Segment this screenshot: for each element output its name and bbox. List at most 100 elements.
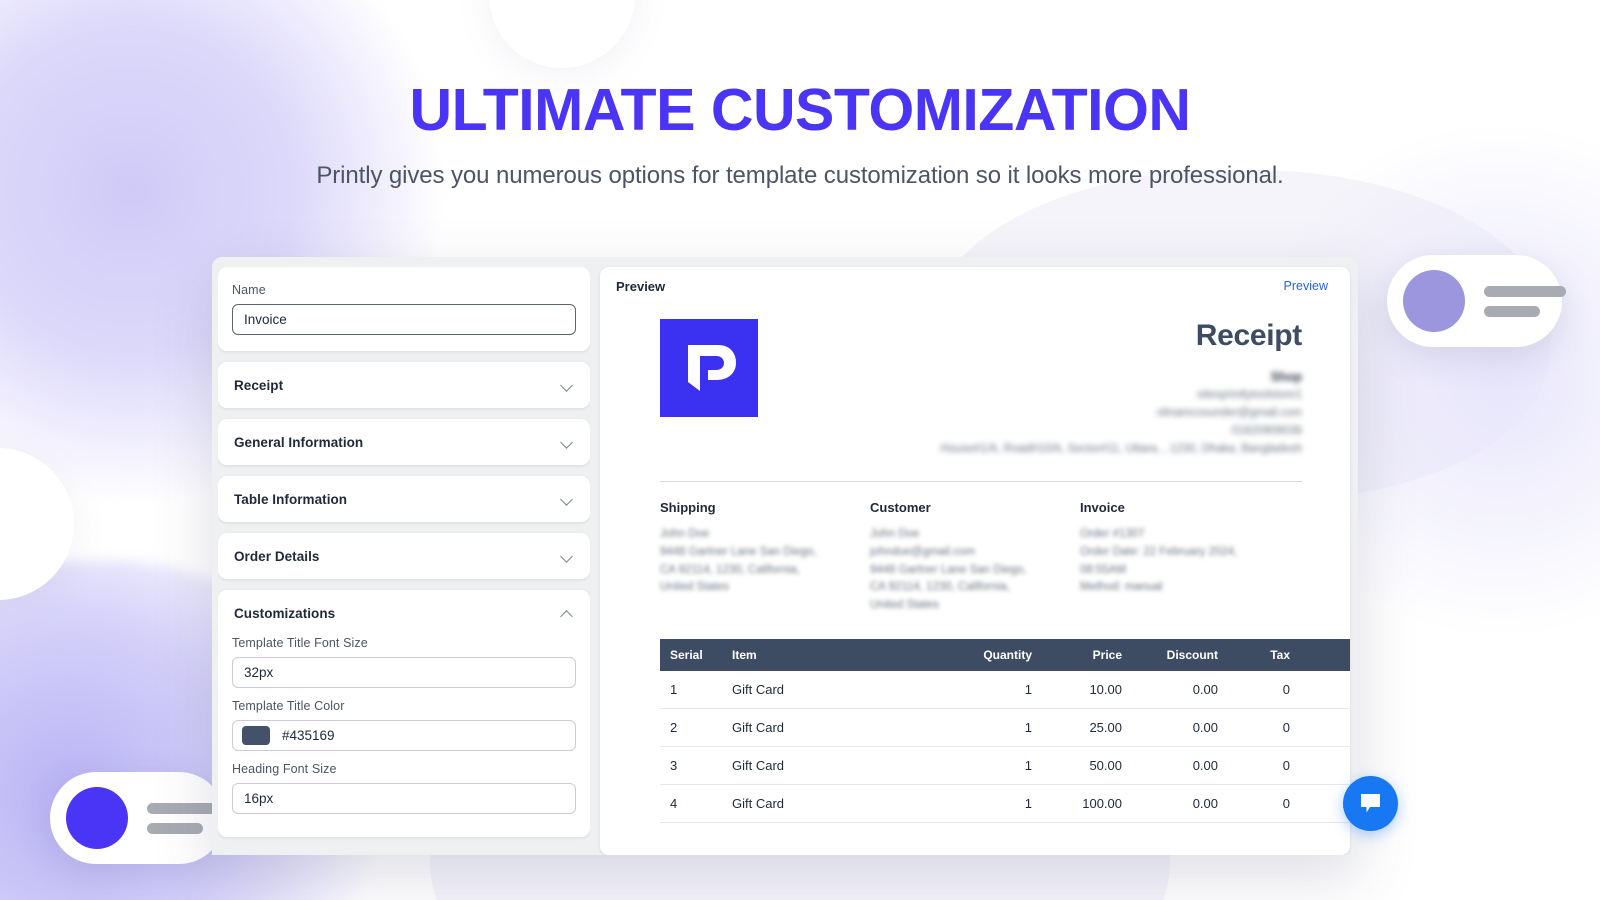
page-root: ULTIMATE CUSTOMIZATION Printly gives you…: [0, 0, 1600, 900]
customer-column: Customer John Doe johndoe@gmail.com 9448…: [870, 500, 1080, 615]
field-label: Template Title Font Size: [232, 636, 368, 650]
printly-logo-icon: [660, 319, 758, 417]
decorative-circle: [489, 0, 635, 68]
cell-discount: 0.00: [1132, 784, 1228, 824]
cell-quantity: 1: [932, 746, 1042, 786]
chevron-down-icon: [561, 552, 574, 560]
avatar: [1403, 270, 1465, 332]
sidebar-item-general-information[interactable]: General Information: [218, 419, 590, 465]
cell-price: 100.00: [1042, 784, 1132, 824]
customizations-body: Template Title Font Size Template Title …: [218, 636, 590, 829]
table-body: 1 Gift Card 1 10.00 0.00 0 10.00 2 Gift …: [660, 671, 1350, 824]
receipt-document: Receipt Shop sitesprintlytoolstore1 olin…: [600, 305, 1350, 855]
cell-tax: 0: [1228, 708, 1300, 748]
shop-address: House#1/A, Road#10/A, Sector#11, Uttara,…: [940, 442, 1302, 455]
column-header-price: Price: [1042, 639, 1132, 672]
name-field-label: Name: [232, 283, 266, 297]
column-header-serial: Serial: [660, 639, 722, 672]
template-title-font-size-field: Template Title Font Size: [232, 636, 576, 688]
accordion-label: Table Information: [234, 491, 348, 507]
cell-serial: 4: [660, 784, 722, 824]
cell-tax: 0: [1228, 784, 1300, 824]
shop-name: Shop: [1270, 370, 1302, 384]
field-label: Template Title Color: [232, 699, 345, 713]
accordion-label: General Information: [234, 434, 364, 450]
chevron-down-icon: [561, 438, 574, 446]
cell-item: Gift Card: [722, 784, 932, 824]
info-line: CA 92114, 1230, California,: [870, 581, 1010, 594]
column-header-discount: Discount: [1132, 639, 1228, 672]
info-line: John Doe: [660, 528, 710, 540]
cell-total: 50.00: [1300, 746, 1350, 786]
preview-link[interactable]: Preview: [1284, 279, 1328, 293]
skeleton-line: [1484, 305, 1540, 317]
customer-lines: John Doe johndoe@gmail.com 9448 Gartner …: [870, 526, 1080, 615]
cell-quantity: 1: [932, 784, 1042, 824]
column-header-total: Total: [1300, 639, 1350, 672]
preview-panel: Preview Preview Receipt Shop sitesprintl: [600, 267, 1350, 855]
sidebar-item-table-information[interactable]: Table Information: [218, 476, 590, 522]
template-title-font-size-input[interactable]: [232, 657, 576, 688]
info-line: 9448 Gartner Lane San Diego,: [870, 563, 1027, 576]
table-header-row: Serial Item Quantity Price Discount Tax …: [660, 639, 1350, 672]
info-line: 08:55AM: [1080, 563, 1127, 576]
invoice-column: Invoice Order #1307 Order Date: 22 Febru…: [1080, 500, 1310, 615]
cell-item: Gift Card: [722, 746, 932, 786]
shipping-lines: John Doe 9448 Gartner Lane San Diego, CA…: [660, 526, 870, 597]
sidebar-item-customizations: Customizations Template Title Font Size …: [218, 590, 590, 837]
table-row: 2 Gift Card 1 25.00 0.00 0 25.00: [660, 708, 1350, 748]
name-field-card: Name: [218, 267, 590, 351]
heading-font-size-input[interactable]: [232, 783, 576, 814]
chat-button[interactable]: [1343, 776, 1398, 831]
cell-price: 25.00: [1042, 708, 1132, 748]
preview-label: Preview: [616, 278, 666, 294]
app-window: Name Receipt General Information Table I…: [212, 257, 1358, 855]
accordion-label: Customizations: [234, 605, 336, 621]
hero-section: ULTIMATE CUSTOMIZATION Printly gives you…: [0, 80, 1600, 190]
avatar: [66, 787, 128, 849]
cell-item: Gift Card: [722, 671, 932, 710]
customer-heading: Customer: [870, 500, 931, 515]
placeholder-card-bottom-left: [50, 772, 229, 864]
customizations-header[interactable]: Customizations: [218, 590, 590, 636]
settings-panel: Name Receipt General Information Table I…: [218, 267, 590, 855]
chevron-up-icon: [561, 609, 574, 617]
name-input[interactable]: [232, 304, 576, 335]
chevron-down-icon: [561, 381, 574, 389]
accordion-label: Receipt: [234, 377, 284, 393]
shop-phone: 01820909038: [1231, 425, 1302, 437]
placeholder-card-top-right: [1387, 255, 1566, 347]
cell-serial: 3: [660, 746, 722, 786]
header-divider: [660, 481, 1302, 482]
line-items-table: Serial Item Quantity Price Discount Tax …: [660, 639, 1350, 824]
sidebar-item-order-details[interactable]: Order Details: [218, 533, 590, 579]
info-columns: Shipping John Doe 9448 Gartner Lane San …: [660, 500, 1302, 615]
cell-serial: 1: [660, 671, 722, 710]
info-line: 9448 Gartner Lane San Diego,: [660, 545, 817, 558]
info-line: United States: [870, 599, 940, 612]
color-hex-value: #435169: [282, 728, 335, 743]
color-swatch[interactable]: [242, 726, 270, 745]
info-line: Order Date: 22 February 2024,: [1080, 545, 1238, 558]
document-header-right: Receipt Shop sitesprintlytoolstore1 olin…: [758, 319, 1302, 459]
field-label: Heading Font Size: [232, 762, 337, 776]
cell-serial: 2: [660, 708, 722, 748]
heading-font-size-field: Heading Font Size: [232, 762, 576, 814]
chat-bubble-icon: [1361, 794, 1380, 813]
cell-discount: 0.00: [1132, 671, 1228, 710]
shipping-column: Shipping John Doe 9448 Gartner Lane San …: [660, 500, 870, 615]
cell-discount: 0.00: [1132, 708, 1228, 748]
cell-discount: 0.00: [1132, 746, 1228, 786]
info-line: johndoe@gmail.com: [870, 545, 976, 558]
cell-item: Gift Card: [722, 708, 932, 748]
invoice-heading: Invoice: [1080, 500, 1125, 515]
document-title: Receipt: [1195, 319, 1303, 352]
info-line: CA 92114, 1230, California,: [660, 563, 800, 576]
table-header: Serial Item Quantity Price Discount Tax …: [660, 639, 1350, 672]
column-header-tax: Tax: [1228, 639, 1300, 672]
skeleton-lines: [1484, 285, 1566, 317]
sidebar-item-receipt[interactable]: Receipt: [218, 362, 590, 408]
template-title-color-input[interactable]: #435169: [232, 720, 576, 751]
table-row: 4 Gift Card 1 100.00 0.00 0 100.00: [660, 784, 1350, 824]
invoice-lines: Order #1307 Order Date: 22 February 2024…: [1080, 526, 1310, 597]
